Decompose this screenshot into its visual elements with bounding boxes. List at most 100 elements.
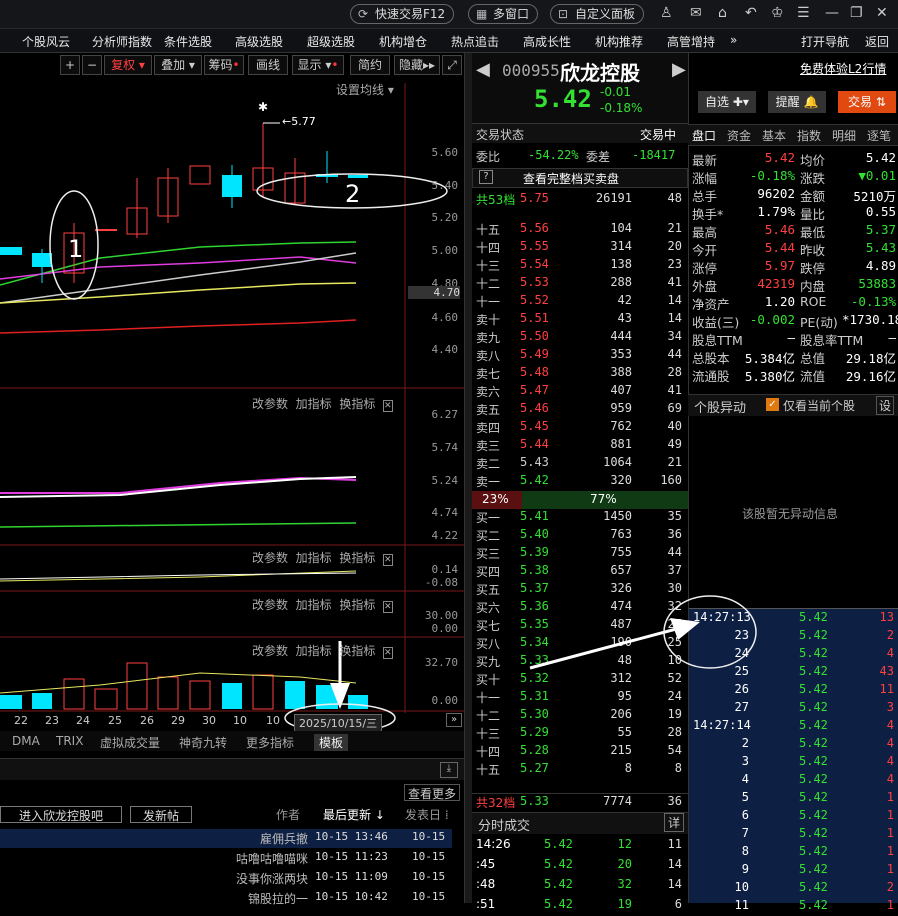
menu-more[interactable]: » [730, 33, 737, 47]
forum-author[interactable]: 咕噜咕噜喵咪 [236, 850, 308, 867]
menu-exec[interactable]: 高管增持 [667, 33, 715, 50]
menu-advanced[interactable]: 高级选股 [235, 33, 283, 50]
tab-jiben[interactable]: 基本 [762, 127, 786, 144]
tab-dma[interactable]: DMA [12, 734, 40, 748]
tab-zhishu[interactable]: 指数 [797, 127, 821, 144]
menu-hot[interactable]: 热点追击 [451, 33, 499, 50]
tab-zijin[interactable]: 资金 [727, 127, 751, 144]
forum-author[interactable]: 雇佣兵撤 [260, 830, 308, 847]
forum-update: 10-15 10:42 [315, 890, 388, 903]
bid-row[interactable]: 十一 5.31 95 24 [472, 689, 688, 707]
user-icon[interactable]: ♙ [660, 5, 673, 21]
col-last-update[interactable]: 最后更新 ↓ [323, 806, 385, 823]
prev-stock-icon[interactable]: ◀ [476, 59, 490, 80]
info-value: 96202 [757, 186, 795, 201]
menu-super[interactable]: 超级选股 [307, 33, 355, 50]
tick-row: 2 5.42 4 [741, 736, 894, 750]
trade-button[interactable]: 交易 ⇅ [838, 91, 896, 113]
menu-condition[interactable]: 条件选股 [164, 33, 212, 50]
menu-recommend[interactable]: 机构推荐 [595, 33, 643, 50]
only-current-checkbox[interactable]: ✓ [766, 398, 779, 411]
menu-icon[interactable]: ☰ [797, 5, 810, 21]
new-post-button[interactable]: 发新帖 [130, 806, 192, 823]
restore-icon[interactable]: ❐ [850, 5, 863, 21]
menu-growth[interactable]: 高成长性 [523, 33, 571, 50]
mail-icon[interactable]: ✉ [690, 5, 702, 21]
info-key: 涨停 [692, 261, 718, 276]
alert-button[interactable]: 提醒 🔔 [768, 91, 826, 113]
ind3-controls[interactable]: 改参数 加指标 换指标 ✕ [252, 549, 393, 566]
ask-row[interactable]: 卖二 5.43 1064 21 [472, 455, 688, 473]
ind4-controls[interactable]: 改参数 加指标 换指标 ✕ [252, 596, 393, 613]
enter-forum-button[interactable]: 进入欣龙控股吧 [0, 806, 122, 823]
bid-row[interactable]: 十三 5.29 55 28 [472, 725, 688, 743]
ask-row[interactable]: 卖三 5.44 881 49 [472, 437, 688, 455]
ask-row[interactable]: 卖九 5.50 444 34 [472, 329, 688, 347]
tab-mingxi[interactable]: 明细 [832, 127, 856, 144]
scroll-right-icon[interactable]: » [446, 713, 462, 727]
ask-row[interactable]: 卖八 5.49 353 44 [472, 347, 688, 365]
info-value: 5.384亿 [744, 351, 795, 366]
ask-row[interactable]: 卖六 5.47 407 41 [472, 383, 688, 401]
skin-icon[interactable]: ♔ [771, 5, 784, 21]
add-watchlist-button[interactable]: 自选 ✚▾ [698, 91, 756, 113]
ask-row[interactable]: 卖七 5.48 388 28 [472, 365, 688, 383]
order-book-panel: ◀ 000955 欣龙控股 ▶ 5.42 -0.01 -0.18% 交易状态 交… [472, 53, 688, 911]
view-more-button[interactable]: 查看更多 [404, 784, 460, 801]
ask-row[interactable]: 十二 5.53 288 41 [472, 275, 688, 293]
quick-trade-button[interactable]: ⟳ 快速交易F12 [350, 4, 455, 24]
back-icon[interactable]: ↶ [745, 5, 757, 21]
bid-row[interactable]: 十四 5.28 215 54 [472, 743, 688, 761]
ask-row[interactable]: 十四 5.55 314 20 [472, 239, 688, 257]
ask-row[interactable]: 十一 5.52 42 14 [472, 293, 688, 311]
tick-row: 27 5.42 3 [734, 700, 894, 714]
bid-row[interactable]: 买三 5.39 755 44 [472, 545, 688, 563]
ask-row[interactable]: 十三 5.54 138 23 [472, 257, 688, 275]
view-full-depth-button[interactable]: ? 查看完整档买卖盘 [472, 168, 688, 188]
download-icon[interactable]: ⤓ [440, 762, 458, 778]
bid-row[interactable]: 买一 5.41 1450 35 [472, 509, 688, 527]
detail-button[interactable]: 详 [664, 813, 685, 832]
menu-analyst[interactable]: 分析师指数 [92, 33, 152, 50]
bid-row[interactable]: 买四 5.38 657 37 [472, 563, 688, 581]
tab-vvol[interactable]: 虚拟成交量 [100, 734, 160, 751]
menu-nav[interactable]: 打开导航 [801, 33, 849, 50]
custom-panel-button[interactable]: ⊡ 自定义面板 [550, 4, 645, 24]
ask-row[interactable]: 卖十 5.51 43 14 [472, 311, 688, 329]
ind5-controls[interactable]: 改参数 加指标 换指标 ✕ [252, 642, 393, 659]
panel-icon: ⊡ [558, 7, 569, 21]
ask-row[interactable]: 卖四 5.45 762 40 [472, 419, 688, 437]
l2-link[interactable]: 免费体验L2行情 [800, 60, 886, 77]
bid-row[interactable]: 买二 5.40 763 36 [472, 527, 688, 545]
ask-row[interactable]: 十五 5.56 104 21 [472, 221, 688, 239]
bid-row[interactable]: 十二 5.30 206 19 [472, 707, 688, 725]
info-value: 5.97 [764, 258, 795, 273]
tab-zhubi[interactable]: 逐笔 [867, 127, 891, 144]
kline-chart-area[interactable]: + − 复权 ▾ 叠加 ▾ 筹码• 画线 显示 ▾• 简约 隐藏▸▸ ⤢ 设置均… [0, 53, 464, 750]
abnormal-settings-button[interactable]: 设 [876, 396, 895, 415]
tab-nine[interactable]: 神奇九转 [179, 734, 227, 751]
forum-author[interactable]: 没事你涨两块 [236, 870, 308, 887]
bid-row[interactable]: 十五 5.27 8 8 [472, 761, 688, 779]
ind2-controls[interactable]: 改参数 加指标 换指标 ✕ [252, 395, 393, 412]
multi-window-button[interactable]: ▦ 多窗口 [468, 4, 539, 24]
next-stock-icon[interactable]: ▶ [672, 59, 686, 80]
menu-gegu[interactable]: 个股风云 [22, 33, 70, 50]
close-icon[interactable]: ✕ [876, 5, 888, 21]
tab-pankou[interactable]: 盘口 [692, 127, 716, 144]
minimize-icon[interactable]: — [825, 5, 839, 21]
info-key: 今开 [692, 243, 718, 258]
menu-back[interactable]: 返回 [865, 33, 889, 50]
col-post-date[interactable]: 发表日 ⁞ [405, 806, 449, 823]
tab-trix[interactable]: TRIX [56, 734, 83, 748]
forum-author[interactable]: 锦股拉的一 [248, 890, 308, 907]
tab-template[interactable]: 模板 [314, 734, 349, 751]
info-key: 总手 [692, 189, 718, 204]
tick-row: 3 5.42 4 [741, 754, 894, 768]
splitter[interactable] [464, 53, 472, 903]
menu-inst[interactable]: 机构增仓 [379, 33, 427, 50]
tab-more[interactable]: 更多指标 [246, 734, 294, 751]
home-icon[interactable]: ⌂ [718, 5, 727, 21]
ask-row[interactable]: 卖五 5.46 959 69 [472, 401, 688, 419]
ask-row[interactable]: 卖一 5.42 320 160 [472, 473, 688, 491]
